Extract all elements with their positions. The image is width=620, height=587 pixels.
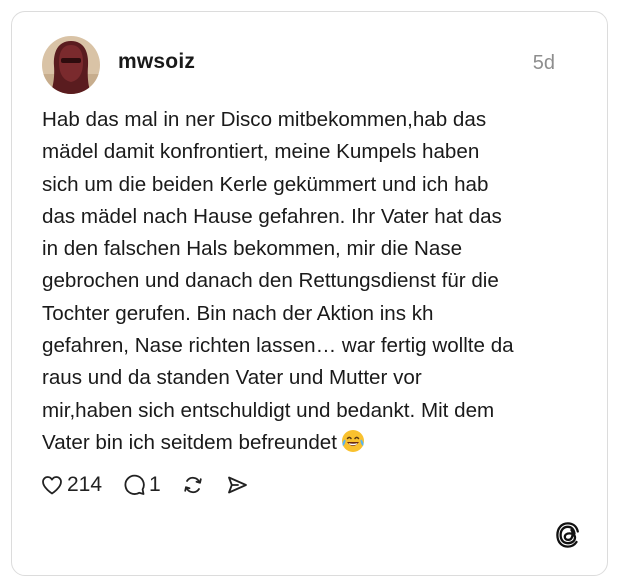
post-text: Hab das mal in ner Disco mitbekommen,hab… <box>42 108 514 454</box>
comment-count: 1 <box>149 473 161 496</box>
action-bar: 214 1 <box>40 470 249 500</box>
post-timestamp: 5d <box>532 52 555 74</box>
username[interactable]: mwsoiz <box>118 50 195 74</box>
post-body: Hab das mal in ner Disco mitbekommen,hab… <box>42 104 582 463</box>
threads-logo-icon <box>555 521 581 549</box>
like-count: 214 <box>67 473 103 496</box>
comment-button[interactable]: 1 <box>122 473 161 497</box>
heart-icon <box>42 476 62 495</box>
repost-icon <box>184 476 202 494</box>
send-icon <box>227 476 247 494</box>
like-button[interactable]: 214 <box>40 473 102 497</box>
share-button[interactable] <box>225 473 249 497</box>
comment-bubble-icon <box>124 474 145 495</box>
avatar-image <box>42 36 100 94</box>
face-with-tears-of-joy-icon <box>341 429 365 463</box>
avatar[interactable] <box>42 36 100 94</box>
post-card: mwsoiz 5d Hab das mal in ner Disco mitbe… <box>11 11 608 576</box>
repost-button[interactable] <box>181 473 205 497</box>
